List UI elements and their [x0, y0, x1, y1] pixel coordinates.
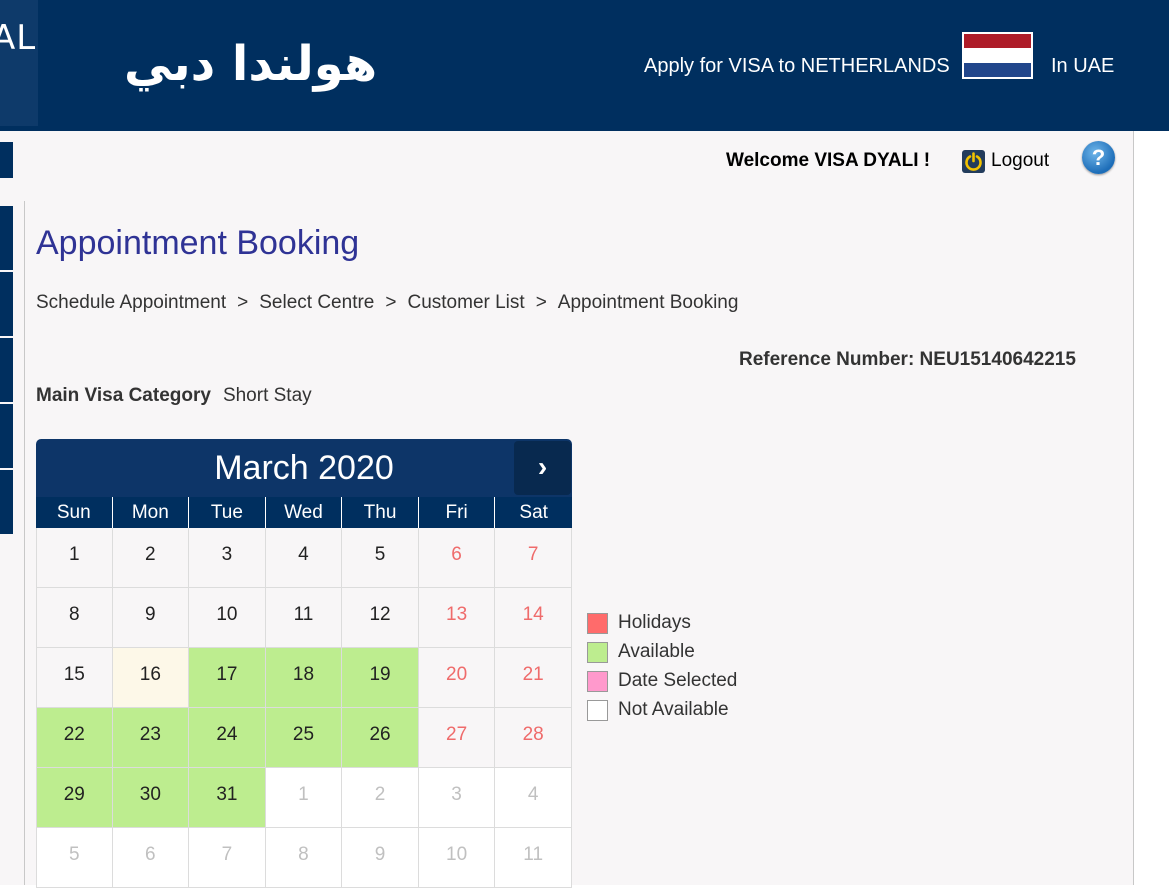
calendar-day-available[interactable]: 25: [265, 708, 343, 768]
calendar-day-other-month: 7: [189, 828, 266, 888]
sidebar-item[interactable]: [0, 338, 13, 402]
calendar-day-other-month: 11: [495, 828, 572, 888]
calendar-day: 10: [189, 588, 266, 648]
legend-swatch: [587, 700, 608, 721]
calendar-day-holiday: 7: [495, 528, 572, 588]
visa-category-value: Short Stay: [222, 385, 312, 406]
legend-label: Not Available: [618, 699, 729, 720]
reference-number: Reference Number: NEU15140642215: [739, 349, 1076, 370]
calendar-day: 8: [36, 588, 113, 648]
calendar-day-other-month: 8: [265, 828, 343, 888]
weekday-header: Sun: [36, 497, 113, 528]
site-header: AL هولندا دبي Apply for VISA to NETHERLA…: [0, 0, 1169, 131]
calendar-day-today: 16: [112, 648, 190, 708]
logo[interactable]: AL: [0, 0, 38, 126]
calendar-day: 11: [265, 588, 343, 648]
divider: [24, 201, 25, 885]
location-text: In UAE: [1051, 55, 1115, 77]
calendar-day: 1: [36, 528, 113, 588]
calendar-day-other-month: 4: [495, 768, 572, 828]
next-month-button[interactable]: ›: [514, 441, 571, 495]
breadcrumb-item[interactable]: Schedule Appointment: [36, 292, 226, 313]
calendar-day: 9: [112, 588, 190, 648]
legend-swatch: [587, 613, 608, 634]
sidebar-item[interactable]: [0, 272, 13, 336]
calendar-day-other-month: 6: [112, 828, 190, 888]
calendar-day-other-month: 5: [36, 828, 113, 888]
breadcrumb-separator: >: [385, 292, 397, 313]
weekday-header: Mon: [113, 497, 190, 528]
weekday-header: Thu: [342, 497, 419, 528]
calendar-day-other-month: 10: [418, 828, 496, 888]
calendar-weekday-row: Sun Mon Tue Wed Thu Fri Sat: [36, 497, 572, 528]
calendar-day: 12: [342, 588, 419, 648]
calendar-day-other-month: 3: [418, 768, 496, 828]
page-title: Appointment Booking: [36, 224, 360, 262]
welcome-text: Welcome VISA DYALI !: [726, 150, 931, 171]
visa-category-label: Main Visa Category: [36, 385, 211, 406]
calendar-day-holiday: 28: [495, 708, 572, 768]
legend-label: Available: [618, 641, 695, 662]
weekday-header: Wed: [266, 497, 343, 528]
visa-category: Main Visa Category Short Stay: [36, 385, 312, 407]
legend-label: Holidays: [618, 612, 691, 633]
logo-text: AL: [0, 18, 37, 58]
breadcrumb-item[interactable]: Select Centre: [259, 292, 374, 313]
weekday-header: Fri: [419, 497, 496, 528]
power-icon[interactable]: [962, 150, 985, 173]
calendar-day: 3: [189, 528, 266, 588]
calendar-day-holiday: 27: [418, 708, 496, 768]
apply-visa-text: Apply for VISA to NETHERLANDS: [644, 55, 950, 77]
netherlands-flag-icon: [962, 32, 1033, 79]
appointment-calendar: March 2020 › Sun Mon Tue Wed Thu Fri Sat 12345…: [36, 439, 572, 888]
breadcrumb-item-current: Appointment Booking: [557, 292, 739, 313]
calendar-grid: 1 2 3 4 5 6 7 8 9 10 11 12 13 14 15 16 17 18 19 20 21 22 23 24 2…: [36, 528, 572, 888]
logout-link[interactable]: Logout: [991, 150, 1049, 172]
help-icon[interactable]: ?: [1082, 141, 1115, 174]
weekday-header: Tue: [189, 497, 266, 528]
sidebar-toggle[interactable]: [0, 142, 13, 178]
calendar-day: 15: [36, 648, 113, 708]
calendar-day-holiday: 14: [495, 588, 572, 648]
sidebar-item[interactable]: [0, 470, 13, 534]
calendar-month-title: March 2020: [214, 449, 394, 487]
calendar-day-other-month: 2: [342, 768, 419, 828]
calendar-day-available[interactable]: 22: [36, 708, 113, 768]
calendar-day-holiday: 6: [418, 528, 496, 588]
sidebar-item[interactable]: [0, 206, 13, 270]
arabic-site-title: هولندا دبي: [124, 36, 378, 92]
calendar-day-available[interactable]: 19: [342, 648, 419, 708]
breadcrumb-item[interactable]: Customer List: [407, 292, 524, 313]
legend-swatch: [587, 671, 608, 692]
calendar-day: 4: [265, 528, 343, 588]
calendar-header: March 2020 ›: [36, 439, 572, 497]
calendar-day-available[interactable]: 24: [189, 708, 266, 768]
breadcrumb-separator: >: [237, 292, 249, 313]
calendar-day-other-month: 9: [342, 828, 419, 888]
main-content: Welcome VISA DYALI ! Logout ? Appointmen…: [0, 131, 1134, 888]
weekday-header: Sat: [519, 502, 548, 523]
calendar-day-available[interactable]: 26: [342, 708, 419, 768]
calendar-day-available[interactable]: 23: [112, 708, 190, 768]
breadcrumb: Schedule Appointment > Select Centre > Custo…: [36, 292, 738, 314]
calendar-day-holiday: 13: [418, 588, 496, 648]
legend-swatch: [587, 642, 608, 663]
legend-label: Date Selected: [618, 670, 738, 691]
breadcrumb-separator: >: [535, 292, 547, 313]
calendar-day-available[interactable]: 30: [112, 768, 190, 828]
calendar-day-holiday: 20: [418, 648, 496, 708]
calendar-day: 2: [112, 528, 190, 588]
calendar-day-available[interactable]: 31: [189, 768, 266, 828]
calendar-day-available[interactable]: 18: [265, 648, 343, 708]
calendar-day-available[interactable]: 29: [36, 768, 113, 828]
calendar-day-other-month: 1: [265, 768, 343, 828]
sidebar-item[interactable]: [0, 404, 13, 468]
calendar-day-available[interactable]: 17: [189, 648, 266, 708]
calendar-day: 5: [342, 528, 419, 588]
calendar-day-holiday: 21: [495, 648, 572, 708]
